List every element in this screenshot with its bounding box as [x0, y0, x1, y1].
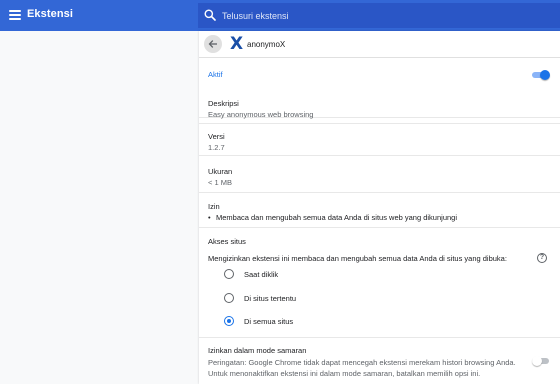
- enabled-label: Aktif: [208, 70, 223, 79]
- incognito-toggle[interactable]: [532, 356, 550, 366]
- radio-on-click[interactable]: [224, 269, 234, 279]
- enabled-toggle[interactable]: [532, 70, 550, 80]
- size-label: Ukuran: [208, 167, 233, 176]
- radio-specific-sites[interactable]: [224, 293, 234, 303]
- description-label: Deskripsi: [208, 99, 239, 108]
- details-header: X anonymoX: [199, 31, 560, 58]
- arrow-left-icon: [208, 40, 217, 48]
- back-button[interactable]: [204, 35, 222, 53]
- site-access-label: Akses situs: [208, 237, 246, 246]
- radio-all-sites[interactable]: [224, 316, 234, 326]
- radio-label-on-click: Saat diklik: [244, 270, 279, 279]
- top-toolbar: Ekstensi: [0, 0, 560, 31]
- extension-details-card: X anonymoX Aktif Deskripsi Easy anonymou…: [199, 31, 560, 384]
- divider: [199, 337, 560, 338]
- hamburger-menu-icon[interactable]: [9, 10, 21, 20]
- incognito-label: Izinkan dalam mode samaran: [208, 346, 307, 355]
- search-input[interactable]: [222, 8, 542, 23]
- search-box[interactable]: [198, 3, 560, 28]
- size-value: < 1 MB: [208, 178, 232, 187]
- help-circle-icon[interactable]: ?: [537, 253, 547, 263]
- radio-label-all-sites: Di semua situs: [244, 317, 294, 326]
- incognito-warning: Peringatan: Google Chrome tidak dapat me…: [208, 358, 516, 378]
- search-icon: [204, 9, 216, 21]
- extension-name: anonymoX: [247, 40, 286, 49]
- extension-logo: X: [230, 34, 244, 54]
- version-label: Versi: [208, 132, 225, 141]
- site-access-prompt: Mengizinkan ekstensi ini membaca dan men…: [208, 254, 507, 263]
- permission-item: • Membaca dan mengubah semua data Anda di…: [208, 213, 457, 222]
- size-row: Ukuran < 1 MB: [199, 156, 560, 193]
- radio-label-specific-sites: Di situs tertentu: [244, 294, 297, 303]
- permissions-label: Izin: [208, 202, 220, 211]
- permissions-row: Izin: [199, 193, 560, 228]
- app-title: Ekstensi: [27, 8, 74, 20]
- version-row: Versi 1.2.7: [199, 124, 560, 156]
- version-value: 1.2.7: [208, 143, 225, 152]
- description-row: Deskripsi Easy anonymous web browsing: [199, 91, 560, 124]
- description-value: Easy anonymous web browsing: [208, 110, 314, 119]
